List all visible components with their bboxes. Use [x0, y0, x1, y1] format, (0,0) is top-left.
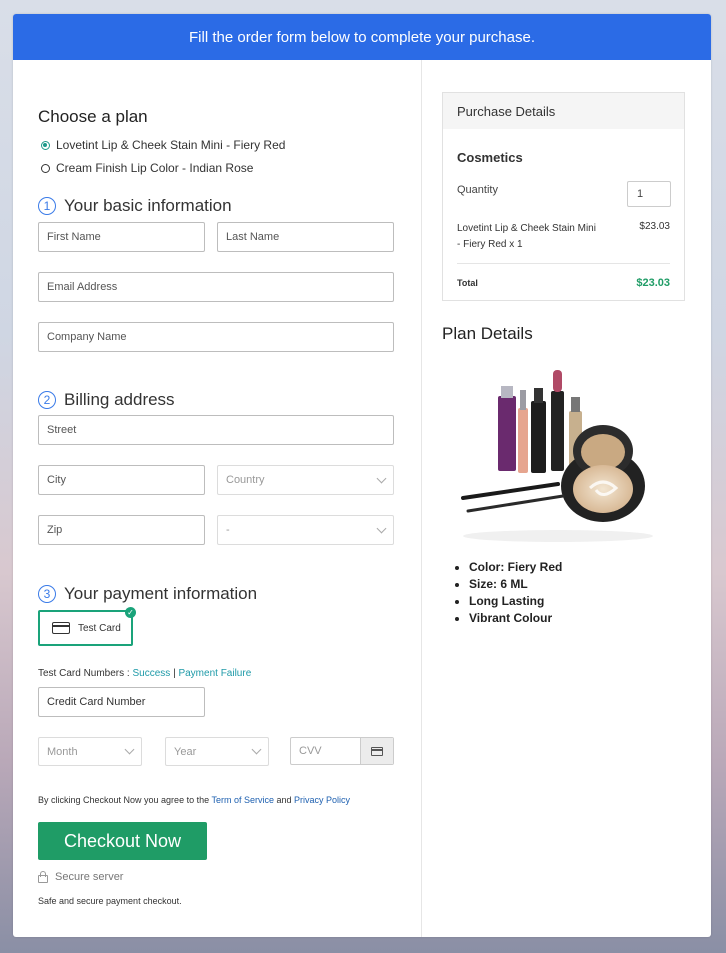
step-number-icon: 2	[38, 391, 56, 409]
plan-details-heading: Plan Details	[442, 324, 533, 343]
country-select[interactable]: Country	[217, 465, 394, 495]
plan-features-list: Color: Fiery Red Size: 6 ML Long Lasting…	[457, 559, 562, 627]
lock-icon	[38, 871, 48, 883]
section-title: Billing address	[64, 390, 175, 409]
line-item-price: $23.03	[639, 221, 670, 232]
quantity-value: 1	[637, 188, 644, 200]
terms-of-service-link[interactable]: Term of Service	[211, 795, 274, 805]
billing-heading: 2 Billing address	[38, 390, 175, 410]
street-input[interactable]: Street	[38, 415, 394, 445]
radio-unselected-icon[interactable]	[41, 163, 50, 173]
test-numbers-label: Test Card Numbers :	[38, 668, 130, 679]
chevron-down-icon	[376, 473, 387, 483]
feature-item: Color: Fiery Red	[469, 559, 562, 576]
city-placeholder: City	[47, 474, 66, 486]
purchase-details-title: Purchase Details	[457, 103, 556, 119]
plan-option-label: Cream Finish Lip Color - Indian Rose	[56, 161, 254, 175]
safe-checkout-text: Safe and secure payment checkout.	[38, 896, 182, 906]
credit-card-number-input[interactable]: Credit Card Number	[38, 687, 205, 717]
check-icon: ✓	[125, 607, 136, 618]
order-form-card: Fill the order form below to complete yo…	[13, 14, 711, 937]
email-input[interactable]: Email Address	[38, 272, 394, 302]
privacy-policy-link[interactable]: Privacy Policy	[294, 795, 350, 805]
purchase-details-heading: Purchase Details	[443, 93, 684, 129]
order-form: Choose a plan Lovetint Lip & Cheek Stain…	[13, 60, 421, 937]
chevron-down-icon	[376, 523, 387, 533]
header-banner: Fill the order form below to complete yo…	[13, 14, 711, 60]
first-name-placeholder: First Name	[47, 231, 101, 243]
year-placeholder: Year	[174, 745, 197, 758]
email-placeholder: Email Address	[47, 281, 118, 293]
chevron-down-icon	[124, 744, 135, 755]
feature-item: Long Lasting	[469, 593, 562, 610]
month-placeholder: Month	[47, 745, 78, 758]
payment-heading: 3 Your payment information	[38, 584, 257, 604]
card-number-placeholder: Credit Card Number	[47, 696, 146, 708]
secure-server-label: Secure server	[55, 871, 124, 883]
radio-selected-icon[interactable]	[41, 140, 50, 150]
last-name-placeholder: Last Name	[226, 231, 280, 243]
cvv-placeholder: CVV	[299, 745, 322, 757]
terms-and: and	[276, 795, 292, 805]
test-card-numbers: Test Card Numbers : Success | Payment Fa…	[38, 668, 251, 679]
basic-info-heading: 1 Your basic information	[38, 196, 232, 216]
feature-item: Vibrant Colour	[469, 610, 562, 627]
plan-option-indian-rose[interactable]: Cream Finish Lip Color - Indian Rose	[41, 161, 253, 175]
category-label: Cosmetics	[457, 150, 523, 165]
section-title: Your basic information	[64, 196, 232, 215]
test-card-option[interactable]: Test Card ✓	[38, 607, 136, 646]
banner-text: Fill the order form below to complete yo…	[189, 28, 535, 46]
street-placeholder: Street	[47, 424, 77, 436]
secure-server: Secure server	[38, 871, 123, 883]
first-name-input[interactable]: First Name	[38, 222, 205, 252]
chevron-down-icon	[251, 744, 262, 755]
company-placeholder: Company Name	[47, 331, 127, 343]
cosmetics-product-image	[461, 370, 653, 542]
last-name-input[interactable]: Last Name	[217, 222, 394, 252]
section-title: Your payment information	[64, 584, 258, 603]
credit-card-icon	[52, 622, 70, 634]
year-select[interactable]: Year	[165, 737, 269, 766]
line-item-name: Lovetint Lip & Cheek Stain Mini - Fiery …	[457, 223, 596, 250]
test-card-label: Test Card	[78, 622, 121, 634]
zip-placeholder: Zip	[47, 524, 63, 536]
month-select[interactable]: Month	[38, 737, 142, 766]
purchase-details-box: Purchase Details Cosmetics Quantity 1 Lo…	[442, 92, 685, 301]
link-separator: |	[173, 668, 176, 679]
checkout-now-button[interactable]: Checkout Now	[38, 822, 207, 860]
plan-option-label: Lovetint Lip & Cheek Stain Mini - Fiery …	[56, 138, 286, 152]
city-input[interactable]: City	[38, 465, 205, 495]
order-summary: Purchase Details Cosmetics Quantity 1 Lo…	[422, 60, 711, 937]
quantity-input[interactable]: 1	[627, 181, 671, 207]
step-number-icon: 1	[38, 197, 56, 215]
terms-text: By clicking Checkout Now you agree to th…	[38, 795, 350, 805]
payment-failure-link[interactable]: Payment Failure	[178, 668, 251, 679]
quantity-label: Quantity	[457, 184, 498, 196]
zip-input[interactable]: Zip	[38, 515, 205, 545]
choose-plan-heading: Choose a plan	[38, 107, 148, 126]
step-number-icon: 3	[38, 585, 56, 603]
feature-item: Size: 6 ML	[469, 576, 562, 593]
summary-divider	[457, 263, 670, 264]
terms-prefix: By clicking Checkout Now you agree to th…	[38, 795, 210, 805]
plan-option-fiery-red[interactable]: Lovetint Lip & Cheek Stain Mini - Fiery …	[41, 138, 285, 152]
country-placeholder: Country	[226, 474, 265, 486]
total-value: $23.03	[636, 277, 670, 289]
cvv-card-icon	[360, 738, 393, 764]
cvv-input[interactable]: CVV	[290, 737, 394, 765]
total-label: Total	[457, 278, 478, 288]
state-select[interactable]: -	[217, 515, 394, 545]
success-link[interactable]: Success	[132, 668, 170, 679]
company-input[interactable]: Company Name	[38, 322, 394, 352]
state-placeholder: -	[226, 524, 230, 536]
